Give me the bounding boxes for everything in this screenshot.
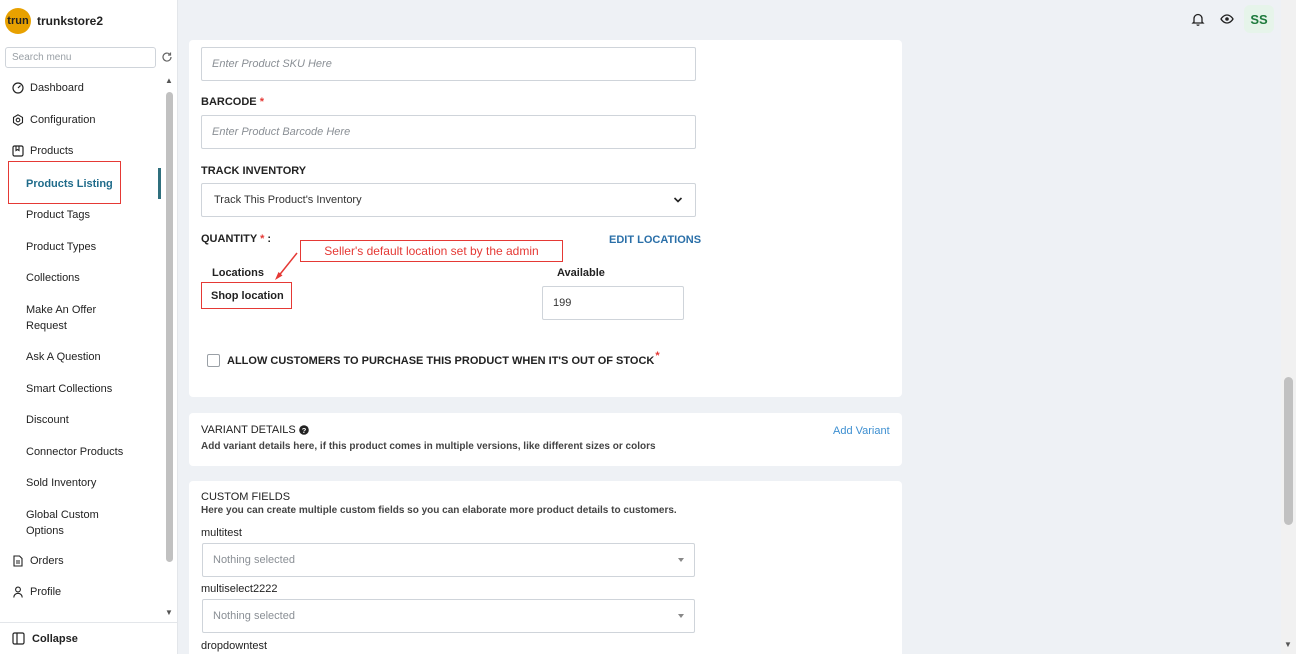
page-scroll-thumb[interactable]	[1284, 377, 1293, 525]
chevron-down-icon	[673, 195, 683, 205]
active-indicator	[158, 168, 161, 199]
variant-details-title-text: VARIANT DETAILS	[201, 424, 296, 436]
caret-down-icon	[678, 614, 684, 618]
sidebar-item-make-an-offer[interactable]: Make An Offer Request	[26, 302, 116, 334]
sidebar-item-ask-a-question[interactable]: Ask A Question	[26, 349, 136, 365]
sidebar-item-sold-inventory[interactable]: Sold Inventory	[26, 475, 136, 491]
svg-text:?: ?	[301, 426, 306, 435]
custom-fields-card: CUSTOM FIELDS Here you can create multip…	[189, 481, 902, 654]
annotation-arrow	[275, 252, 298, 280]
sidebar-item-orders[interactable]: Orders	[12, 555, 174, 567]
custom-field-label: multiselect2222	[201, 583, 278, 595]
add-variant-button[interactable]: Add Variant	[833, 425, 890, 437]
location-name: Shop location	[201, 282, 292, 309]
refresh-icon[interactable]	[161, 51, 173, 63]
caret-down-icon	[678, 558, 684, 562]
sidebar: trun trunkstore2 Dashboard Configuration…	[0, 0, 178, 654]
eye-icon[interactable]	[1220, 12, 1234, 26]
variant-details-card: VARIANT DETAILS ? Add variant details he…	[189, 413, 902, 466]
required-marker: *	[259, 96, 264, 108]
sidebar-item-label: Dashboard	[30, 82, 84, 94]
bell-icon[interactable]	[1191, 12, 1205, 26]
user-icon	[12, 586, 24, 598]
custom-field-label: multitest	[201, 527, 242, 539]
sidebar-item-connector-products[interactable]: Connector Products	[26, 444, 136, 460]
sidebar-scroll-thumb[interactable]	[166, 92, 173, 562]
available-quantity-field	[542, 286, 684, 320]
track-inventory-value: Track This Product's Inventory	[214, 194, 362, 206]
sidebar-item-smart-collections[interactable]: Smart Collections	[26, 381, 136, 397]
quantity-label: QUANTITY * :	[201, 233, 271, 245]
sidebar-item-collections[interactable]: Collections	[26, 270, 136, 286]
out-of-stock-label: ALLOW CUSTOMERS TO PURCHASE THIS PRODUCT…	[227, 354, 655, 367]
scroll-down-icon[interactable]: ▼	[1284, 640, 1292, 649]
bookmark-icon	[12, 145, 24, 157]
custom-fields-title: CUSTOM FIELDS	[201, 491, 291, 503]
document-icon	[12, 555, 24, 567]
quantity-label-suffix: :	[264, 233, 272, 245]
sidebar-item-label: Profile	[30, 586, 62, 598]
out-of-stock-option: ALLOW CUSTOMERS TO PURCHASE THIS PRODUCT…	[207, 350, 660, 367]
sidebar-item-products[interactable]: Products	[12, 145, 174, 157]
barcode-input[interactable]	[212, 126, 685, 138]
dashboard-icon	[12, 82, 24, 94]
custom-field-value: Nothing selected	[213, 610, 295, 622]
out-of-stock-checkbox[interactable]	[207, 354, 220, 367]
custom-field-value: Nothing selected	[213, 554, 295, 566]
barcode-field	[201, 115, 696, 149]
scroll-up-icon[interactable]: ▲	[165, 76, 173, 85]
quantity-label-text: QUANTITY	[201, 233, 258, 245]
user-avatar[interactable]: SS	[1244, 5, 1274, 33]
sidebar-item-label: Configuration	[30, 114, 96, 126]
help-icon[interactable]: ?	[298, 425, 309, 435]
variant-details-title: VARIANT DETAILS ?	[201, 424, 309, 436]
inventory-card: BARCODE * TRACK INVENTORY Track This Pro…	[189, 40, 902, 397]
available-header: Available	[557, 267, 605, 279]
scroll-down-icon[interactable]: ▼	[165, 608, 173, 617]
sidebar-item-dashboard[interactable]: Dashboard	[12, 82, 174, 94]
sidebar-item-label: Orders	[30, 555, 64, 567]
sidebar-item-discount[interactable]: Discount	[26, 412, 136, 428]
custom-field-select[interactable]: Nothing selected	[202, 599, 695, 633]
collapse-label: Collapse	[32, 632, 78, 645]
barcode-label: BARCODE *	[201, 96, 264, 108]
sidebar-scrollbar[interactable]: ▲ ▼	[164, 76, 175, 621]
sidebar-item-label: Products	[30, 145, 74, 157]
track-inventory-label: TRACK INVENTORY	[201, 165, 307, 177]
sidebar-item-product-types[interactable]: Product Types	[26, 239, 136, 255]
store-name: trunkstore2	[37, 14, 104, 28]
required-marker: *	[655, 349, 660, 362]
store-logo: trun	[5, 8, 31, 34]
track-inventory-select[interactable]: Track This Product's Inventory	[201, 183, 696, 217]
brand[interactable]: trun trunkstore2	[5, 8, 103, 34]
sidebar-item-profile[interactable]: Profile	[12, 586, 174, 598]
edit-locations-link[interactable]: EDIT LOCATIONS	[609, 234, 701, 246]
barcode-label-text: BARCODE	[201, 96, 257, 108]
gear-icon	[12, 114, 24, 126]
sidebar-item-global-custom-options[interactable]: Global Custom Options	[26, 507, 116, 539]
sidebar-search	[5, 47, 156, 68]
sidebar-item-products-listing[interactable]: Products Listing	[26, 176, 136, 192]
available-quantity-input[interactable]	[553, 297, 673, 309]
collapse-sidebar-icon	[12, 632, 25, 645]
sku-input[interactable]	[212, 58, 685, 70]
locations-header: Locations	[212, 267, 264, 279]
sidebar-item-product-tags[interactable]: Product Tags	[26, 207, 136, 223]
page-scrollbar[interactable]: ▼	[1281, 0, 1296, 654]
sku-field	[201, 47, 696, 81]
sidebar-item-configuration[interactable]: Configuration	[12, 114, 174, 126]
custom-field-label: dropdowntest	[201, 640, 268, 652]
search-menu-input[interactable]	[6, 48, 155, 67]
collapse-button[interactable]: Collapse	[0, 622, 178, 654]
annotation-callout: Seller's default location set by the adm…	[300, 240, 563, 262]
custom-fields-description: Here you can create multiple custom fiel…	[201, 505, 677, 516]
variant-details-description: Add variant details here, if this produc…	[201, 441, 656, 452]
custom-field-select[interactable]: Nothing selected	[202, 543, 695, 577]
